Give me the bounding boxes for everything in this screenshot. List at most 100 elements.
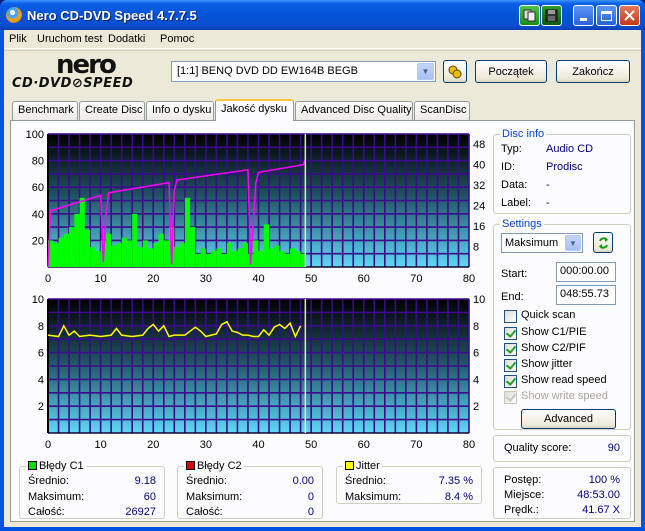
c1-error-bar [69,227,75,267]
tab-benchmark[interactable]: Benchmark [12,101,78,120]
y-tick-label-left: 4 [38,374,44,386]
quality-score-group: Quality score: 90 [493,435,631,462]
drive-select[interactable]: [1:1] BENQ DVD DD EW164B BEGB ▼ [171,61,436,82]
y-tick-label-left: 6 [38,348,44,360]
eject-refresh-button[interactable] [443,60,467,83]
c1-error-bar [190,227,196,267]
tab-info-o-dysku[interactable]: Info o dysku [146,101,214,120]
c2-total-value: 0 [307,506,314,518]
start-time-input[interactable]: 000:00.00 [556,262,616,282]
close-button[interactable] [619,5,640,26]
c1-error-bar [58,237,64,267]
tab-scandisc[interactable]: ScanDisc [414,101,470,120]
show-c2-label[interactable]: Show C2/PIF [521,342,586,354]
chevron-down-icon[interactable]: ▼ [565,235,581,251]
show-c2-checkbox[interactable] [504,343,517,356]
y-tick-label-left: 8 [38,321,44,333]
exit-button[interactable]: Zakończ [556,60,630,83]
show-jitter-label[interactable]: Show jitter [521,358,572,370]
menu-dodatki[interactable]: Dodatki [108,33,145,45]
disc-id-value: Prodisc [546,161,583,173]
x-tick-label: 20 [147,439,159,451]
save-icon[interactable] [541,5,562,26]
refresh-speed-button[interactable] [593,232,613,253]
c2-avg-value: 0.00 [292,475,314,487]
y-tick-label-right: 6 [473,348,479,360]
start-label: Start: [501,268,528,280]
menu-plik[interactable]: Plik [9,33,27,45]
x-tick-label: 10 [95,273,107,285]
tab-create-disc[interactable]: Create Disc [79,101,145,120]
show-read-speed-checkbox[interactable] [504,375,517,388]
menu-bar: Plik Uruchom test Dodatki Pomoc [4,30,641,49]
c1-error-bar [95,251,101,267]
y-tick-label-right: 32 [473,180,485,192]
c1-error-bar [279,251,285,267]
minimize-button[interactable] [573,5,594,26]
c1-max-label: Maksimum: [28,491,85,503]
menu-pomoc[interactable]: Pomoc [160,33,194,45]
c1-error-bar [174,247,180,267]
x-tick-label: 20 [147,273,159,285]
c2-max-value: 0 [307,491,314,503]
jitter-color-swatch [345,461,354,470]
c1-error-bar [53,243,59,267]
c1-error-bar [132,213,138,267]
maximize-button[interactable] [596,5,617,26]
progress-group: Postęp: 100 % Miejsce: 48:53.00 Prędk.: … [493,467,631,519]
c1-color-swatch [28,461,37,470]
y-tick-label-left: 100 [26,129,44,141]
c1-error-bar [126,240,133,267]
disc-date-value: - [546,179,550,191]
c1-error-bar [274,245,280,267]
nero-logo: nero CD·DVD⊘SPEED [12,50,162,92]
c2-color-swatch [186,461,195,470]
y-tick-label-right: 2 [473,401,479,413]
show-read-speed-label[interactable]: Show read speed [521,374,607,386]
speed-select[interactable]: Maksimum ▼ [501,233,583,253]
c1-error-bar [295,251,301,267]
advanced-button[interactable]: Advanced [521,409,616,429]
quality-score-value: 90 [607,442,620,454]
y-tick-label-left: 80 [32,156,44,168]
tab-advanced-disc-quality[interactable]: Advanced Disc Quality [295,101,413,120]
menu-uruchom-test[interactable]: Uruchom test [37,33,102,45]
y-tick-label-right: 8 [473,321,479,333]
c2-max-label: Maksimum: [186,491,243,503]
show-c1-checkbox[interactable] [504,327,517,340]
c1-error-bar [205,253,212,267]
tab-jakosc-dysku[interactable]: Jakość dysku [215,99,294,121]
y-tick-label-right: 16 [473,221,485,233]
refresh-icon [598,236,608,249]
title-bar[interactable]: Nero CD-DVD Speed 4.7.7.5 [0,0,645,30]
disc-label-label: Label: [501,197,531,209]
c1-error-bar [232,251,238,267]
y-tick-label-left: 10 [32,294,44,306]
show-c1-label[interactable]: Show C1/PIE [521,326,586,338]
settings-group: Settings Maksimum ▼ Start: 000:00.00 End… [493,218,631,430]
position-value: 48:53.00 [577,489,620,501]
copy-icon[interactable] [519,5,540,26]
c1-error-bar [147,248,154,267]
c1-error-bar [242,243,248,267]
show-jitter-checkbox[interactable] [504,359,517,372]
start-button[interactable]: Początek [475,60,547,83]
disc-date-label: Data: [501,179,528,191]
c1-avg-value: 9.18 [134,475,156,487]
x-tick-label: 0 [45,273,51,285]
c1-error-bar [121,237,127,267]
quick-scan-checkbox[interactable] [504,310,517,323]
c1-error-bar [237,248,243,267]
y-tick-label-left: 40 [32,209,44,221]
chevron-down-icon[interactable]: ▼ [417,63,434,80]
show-write-speed-checkbox [504,391,517,404]
x-tick-label: 50 [305,273,317,285]
y-tick-label-left: 60 [32,182,44,194]
window-title: Nero CD-DVD Speed 4.7.7.5 [27,8,197,23]
end-time-input[interactable]: 048:55.73 [556,285,616,305]
c1-error-bar [105,233,112,267]
quality-score-label: Quality score: [504,442,572,454]
jitter-max-value: 8.4 % [444,491,473,503]
quick-scan-label[interactable]: Quick scan [521,309,575,321]
y-tick-label-right: 40 [473,160,485,172]
